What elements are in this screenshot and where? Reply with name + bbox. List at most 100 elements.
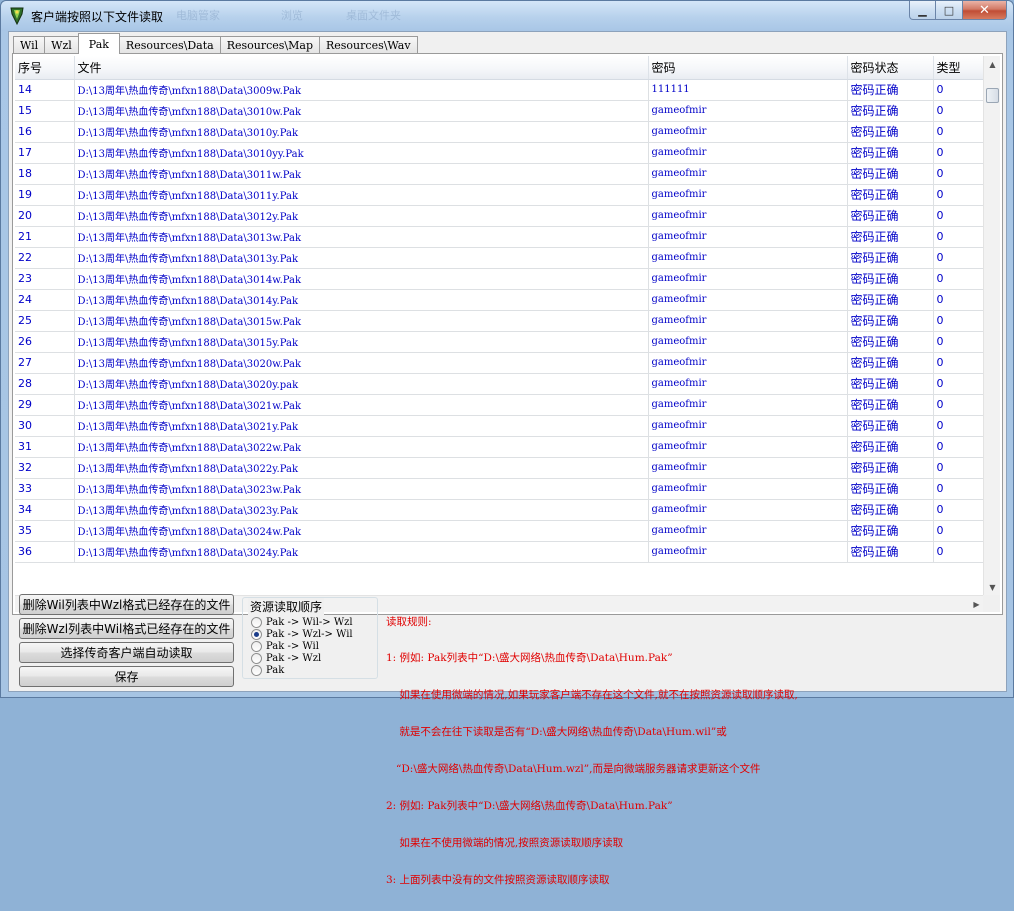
radio-option-pak-wil[interactable]: Pak -> Wil: [251, 640, 319, 652]
cell-type: 0: [933, 457, 985, 479]
column-header-type[interactable]: 类型: [933, 56, 985, 80]
radio-button[interactable]: [251, 640, 262, 652]
cell-type: 0: [933, 310, 985, 332]
cell-password-status: 密码正确: [847, 373, 934, 395]
maximize-button[interactable]: □: [936, 1, 963, 20]
cell-index: 34: [15, 499, 75, 521]
rules-line: 就是不会在往下读取是否有“D:\盛大网络\热血传奇\Data\Hum.wil”或: [386, 726, 727, 739]
rules-line: 如果在不使用微端的情况,按照资源读取顺序读取: [386, 836, 624, 849]
cell-type: 0: [933, 436, 985, 458]
radio-option-pak-wzl[interactable]: Pak -> Wzl: [251, 652, 321, 664]
column-header-index[interactable]: 序号: [15, 56, 75, 80]
radio-button[interactable]: [251, 652, 262, 664]
cell-password-status: 密码正确: [847, 457, 934, 479]
tab-resources-wav[interactable]: Resources\Wav: [319, 36, 418, 54]
cell-password-status: 密码正确: [847, 142, 934, 164]
cell-password: gameofmir: [648, 394, 848, 416]
table-row[interactable]: 23 D:\13周年\热血传奇\mfxn188\Data\3014w.Pak gam…: [15, 268, 985, 290]
auto-read-client-button[interactable]: 选择传奇客户端自动读取: [19, 642, 234, 663]
cell-file-path: D:\13周年\热血传奇\mfxn188\Data\3023y.Pak: [74, 499, 649, 521]
radio-button-selected[interactable]: [251, 628, 262, 640]
vertical-scrollbar[interactable]: ▲ ▼: [983, 56, 1000, 596]
cell-index: 32: [15, 457, 75, 479]
radio-label: Pak -> Wzl-> Wil: [266, 628, 353, 640]
cell-password-status: 密码正确: [847, 205, 934, 227]
table-row[interactable]: 18 D:\13周年\热血传奇\mfxn188\Data\3011w.Pak gam…: [15, 163, 985, 185]
table-row[interactable]: 20 D:\13周年\热血传奇\mfxn188\Data\3012y.Pak gam…: [15, 205, 985, 227]
cell-index: 14: [15, 79, 75, 101]
minimize-button[interactable]: ▁: [909, 1, 936, 20]
vertical-scroll-thumb[interactable]: [986, 88, 999, 103]
table-row[interactable]: 30 D:\13周年\热血传奇\mfxn188\Data\3021y.Pak gam…: [15, 415, 985, 437]
table-row[interactable]: 34 D:\13周年\热血传奇\mfxn188\Data\3023y.Pak gam…: [15, 499, 985, 521]
cell-password: gameofmir: [648, 541, 848, 563]
file-table: 序号 文件 密码 密码状态 类型 14 D:\13周年\热血传奇\mfxn188\…: [15, 56, 985, 563]
table-row[interactable]: 19 D:\13周年\热血传奇\mfxn188\Data\3011y.Pak gam…: [15, 184, 985, 206]
radio-option-pak[interactable]: Pak: [251, 664, 284, 676]
table-row[interactable]: 35 D:\13周年\热血传奇\mfxn188\Data\3024w.Pak gam…: [15, 520, 985, 542]
table-row[interactable]: 36 D:\13周年\热血传奇\mfxn188\Data\3024y.Pak gam…: [15, 541, 985, 563]
table-row[interactable]: 14 D:\13周年\热血传奇\mfxn188\Data\3009w.Pak 111…: [15, 79, 985, 101]
close-button[interactable]: ✕: [963, 1, 1007, 20]
tab-wzl[interactable]: Wzl: [44, 36, 79, 54]
scroll-up-icon[interactable]: ▲: [984, 56, 1001, 73]
cell-password: gameofmir: [648, 478, 848, 500]
table-row[interactable]: 25 D:\13周年\热血传奇\mfxn188\Data\3015w.Pak gam…: [15, 310, 985, 332]
client-area: Wil Wzl Pak Resources\Data Resources\Map…: [8, 31, 1007, 886]
cell-index: 22: [15, 247, 75, 269]
table-row[interactable]: 15 D:\13周年\热血传奇\mfxn188\Data\3010w.Pak gam…: [15, 100, 985, 122]
cell-password: gameofmir: [648, 268, 848, 290]
cell-type: 0: [933, 415, 985, 437]
table-row[interactable]: 29 D:\13周年\热血传奇\mfxn188\Data\3021w.Pak gam…: [15, 394, 985, 416]
rules-line: 2: 例如: Pak列表中“D:\盛大网络\热血传奇\Data\Hum.Pak”: [386, 800, 673, 813]
table-row[interactable]: 33 D:\13周年\热血传奇\mfxn188\Data\3023w.Pak gam…: [15, 478, 985, 500]
delete-wil-duplicates-button[interactable]: 删除Wil列表中Wzl格式已经存在的文件: [19, 594, 234, 615]
table-row[interactable]: 24 D:\13周年\热血传奇\mfxn188\Data\3014y.Pak gam…: [15, 289, 985, 311]
column-header-password-status[interactable]: 密码状态: [847, 56, 934, 80]
tab-pak[interactable]: Pak: [77, 33, 120, 54]
cell-file-path: D:\13周年\热血传奇\mfxn188\Data\3013w.Pak: [74, 226, 649, 248]
radio-option-pak-wil-wzl[interactable]: Pak -> Wil-> Wzl: [251, 616, 353, 628]
cell-index: 26: [15, 331, 75, 353]
column-header-password[interactable]: 密码: [648, 56, 848, 80]
save-button[interactable]: 保存: [19, 666, 234, 687]
title-bar[interactable]: 客户端按照以下文件读取 电脑管家 浏览 桌面文件夹 ▁ □ ✕: [1, 1, 1013, 31]
table-row[interactable]: 27 D:\13周年\热血传奇\mfxn188\Data\3020w.Pak gam…: [15, 352, 985, 374]
table-row[interactable]: 22 D:\13周年\热血传奇\mfxn188\Data\3013y.Pak gam…: [15, 247, 985, 269]
cell-type: 0: [933, 331, 985, 353]
cell-type: 0: [933, 478, 985, 500]
table-row[interactable]: 17 D:\13周年\热血传奇\mfxn188\Data\3010yy.Pak ga…: [15, 142, 985, 164]
cell-type: 0: [933, 79, 985, 101]
delete-wzl-duplicates-button[interactable]: 删除Wzl列表中Wil格式已经存在的文件: [19, 618, 234, 639]
radio-button[interactable]: [251, 616, 262, 628]
radio-button[interactable]: [251, 664, 262, 676]
table-row[interactable]: 28 D:\13周年\热血传奇\mfxn188\Data\3020y.pak gam…: [15, 373, 985, 395]
cell-file-path: D:\13周年\热血传奇\mfxn188\Data\3022w.Pak: [74, 436, 649, 458]
table-row[interactable]: 31 D:\13周年\热血传奇\mfxn188\Data\3022w.Pak gam…: [15, 436, 985, 458]
cell-type: 0: [933, 184, 985, 206]
rules-line: 1: 例如: Pak列表中“D:\盛大网络\热血传奇\Data\Hum.Pak”: [386, 652, 673, 665]
radio-option-pak-wzl-wil[interactable]: Pak -> Wzl-> Wil: [251, 628, 353, 640]
cell-password: gameofmir: [648, 184, 848, 206]
cell-index: 31: [15, 436, 75, 458]
cell-file-path: D:\13周年\热血传奇\mfxn188\Data\3020w.Pak: [74, 352, 649, 374]
tab-resources-data[interactable]: Resources\Data: [118, 36, 221, 54]
window-title: 客户端按照以下文件读取: [31, 10, 164, 24]
table-row[interactable]: 26 D:\13周年\热血传奇\mfxn188\Data\3015y.Pak gam…: [15, 331, 985, 353]
cell-index: 19: [15, 184, 75, 206]
cell-type: 0: [933, 247, 985, 269]
table-row[interactable]: 16 D:\13周年\热血传奇\mfxn188\Data\3010y.Pak gam…: [15, 121, 985, 143]
tab-wil[interactable]: Wil: [13, 36, 46, 54]
table-row[interactable]: 21 D:\13周年\热血传奇\mfxn188\Data\3013w.Pak gam…: [15, 226, 985, 248]
cell-password: gameofmir: [648, 205, 848, 227]
cell-index: 24: [15, 289, 75, 311]
column-header-file[interactable]: 文件: [74, 56, 649, 80]
cell-password: gameofmir: [648, 142, 848, 164]
rules-line: “D:\盛大网络\热血传奇\Data\Hum.wzl”,而是向微端服务器请求更新…: [386, 763, 761, 776]
tab-resources-map[interactable]: Resources\Map: [219, 36, 320, 54]
rules-heading: 读取规则:: [386, 615, 432, 628]
table-row[interactable]: 32 D:\13周年\热血传奇\mfxn188\Data\3022y.Pak gam…: [15, 457, 985, 479]
cell-index: 23: [15, 268, 75, 290]
cell-index: 18: [15, 163, 75, 185]
file-list-view[interactable]: 序号 文件 密码 密码状态 类型 14 D:\13周年\热血传奇\mfxn188\…: [15, 56, 985, 596]
